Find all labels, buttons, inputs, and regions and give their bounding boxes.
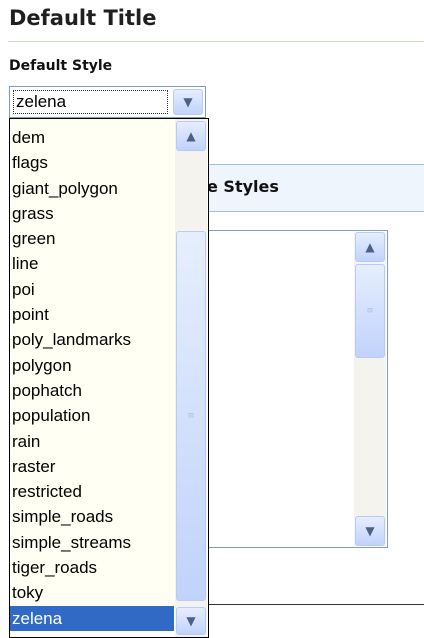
dropdown-scroll-down-button[interactable]: ▼ [176, 607, 206, 635]
dropdown-option[interactable]: line [10, 251, 174, 276]
dropdown-option[interactable]: zelena [10, 605, 174, 631]
listbox-scrollbar[interactable]: ▲ ≡ ▼ [354, 232, 386, 546]
dropdown-scrollbar[interactable]: ▲ ≡ ▼ [175, 119, 207, 637]
arrow-up-icon: ▲ [186, 129, 196, 143]
listbox-scroll-down-button[interactable]: ▼ [355, 516, 385, 546]
default-style-label: Default Style [9, 58, 113, 74]
listbox-scroll-up-button[interactable]: ▲ [355, 232, 385, 262]
title-divider [8, 41, 424, 42]
dropdown-option[interactable]: dem [10, 125, 174, 150]
dropdown-option[interactable]: flags [10, 150, 174, 175]
page-title: Default Title [9, 6, 157, 30]
style-dropdown-list[interactable]: dem flags giant_polygon grass green line poi po… [9, 118, 209, 638]
grip-icon: ≡ [187, 410, 195, 421]
page: Default Title Default Style e Styles ▲ ≡… [0, 0, 424, 638]
dropdown-option[interactable]: pophatch [10, 378, 174, 403]
listbox-scroll-thumb[interactable]: ≡ [355, 264, 385, 358]
dropdown-option[interactable]: restricted [10, 479, 174, 504]
dropdown-option[interactable]: point [10, 302, 174, 327]
dropdown-scroll-thumb[interactable]: ≡ [176, 231, 206, 601]
dropdown-option[interactable]: toky [10, 580, 174, 605]
dropdown-option[interactable]: polygon [10, 353, 174, 378]
chevron-down-icon: ▼ [183, 95, 193, 109]
styles-listbox[interactable]: ▲ ≡ ▼ [200, 230, 388, 548]
dropdown-option[interactable]: population [10, 403, 174, 428]
select-current-value: zelena [13, 90, 168, 114]
dropdown-option[interactable]: poly_landmarks [10, 327, 174, 352]
option-list: dem flags giant_polygon grass green line poi po… [10, 125, 174, 631]
dropdown-scroll-up-button[interactable]: ▲ [176, 121, 206, 151]
dropdown-option[interactable]: green [10, 226, 174, 251]
dropdown-option[interactable]: simple_streams [10, 530, 174, 555]
default-style-select[interactable]: zelena ▼ [9, 86, 206, 118]
panel-header: e Styles [200, 164, 424, 212]
select-dropdown-button[interactable]: ▼ [173, 89, 203, 115]
panel-title: e Styles [207, 177, 279, 196]
dropdown-option[interactable]: rain [10, 429, 174, 454]
dropdown-option[interactable]: simple_roads [10, 504, 174, 529]
arrow-up-icon: ▲ [365, 240, 375, 254]
arrow-down-icon: ▼ [365, 524, 375, 538]
arrow-down-icon: ▼ [186, 614, 196, 628]
dropdown-option[interactable]: raster [10, 454, 174, 479]
dropdown-option[interactable]: giant_polygon [10, 176, 174, 201]
bottom-divider [200, 604, 424, 605]
dropdown-option[interactable]: poi [10, 277, 174, 302]
dropdown-option[interactable]: grass [10, 201, 174, 226]
grip-icon: ≡ [366, 305, 374, 316]
dropdown-option[interactable]: tiger_roads [10, 555, 174, 580]
